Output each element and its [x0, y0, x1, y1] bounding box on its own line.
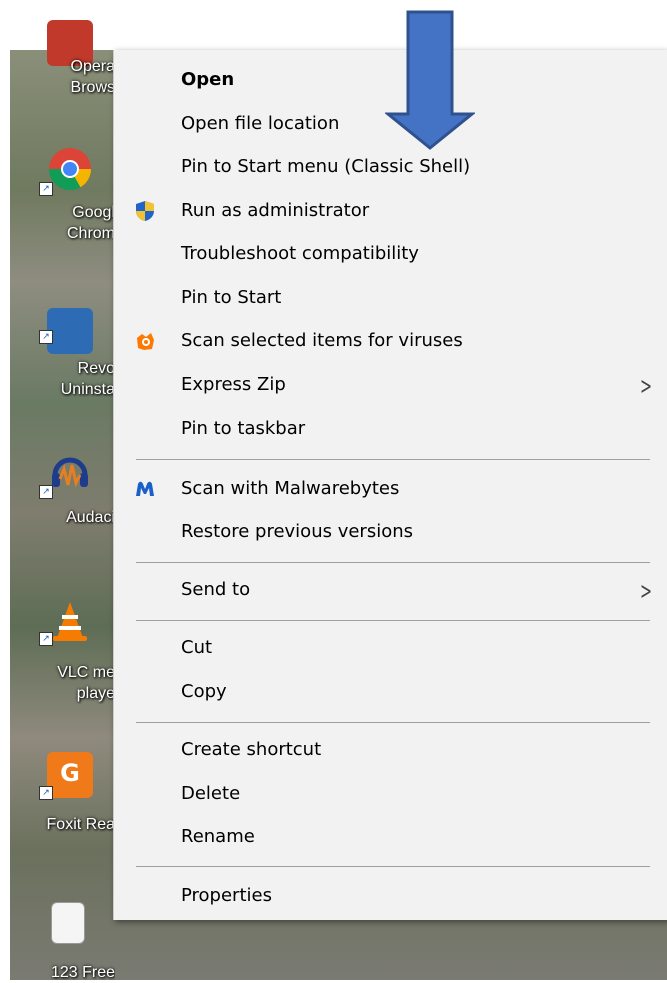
revo-uninstaller-icon [47, 308, 93, 354]
menu-item-rename[interactable]: Rename [114, 816, 667, 856]
chrome-icon [48, 148, 91, 191]
avast-icon [137, 333, 154, 350]
menu-separator [136, 459, 650, 460]
audacity-icon [52, 457, 88, 488]
menu-item-label: Scan selected items for viruses [181, 330, 463, 351]
menu-separator [136, 620, 650, 621]
menu-item-label: Properties [181, 885, 272, 906]
menu-separator [136, 722, 650, 723]
menu-item-pin-to-start[interactable]: Pin to Start [114, 277, 667, 317]
desktop-icon-label: Opera Brows [70, 58, 115, 96]
menu-separator [136, 562, 650, 563]
playing-cards-icon [51, 902, 85, 944]
menu-item-run-as-administrator[interactable]: Run as administrator [114, 190, 667, 230]
desktop-icon-label: Audaci [66, 509, 115, 526]
menu-item-scan-for-viruses[interactable]: Scan selected items for viruses [114, 320, 667, 360]
menu-item-express-zip[interactable]: Express Zip > [114, 364, 667, 404]
shortcut-arrow-icon: ↗ [39, 182, 53, 196]
menu-item-label: Cut [181, 637, 213, 658]
menu-item-restore-previous-versions[interactable]: Restore previous versions [114, 511, 667, 551]
menu-item-label: Create shortcut [181, 739, 322, 760]
shortcut-arrow-icon: ↗ [39, 632, 53, 646]
chevron-right-icon: > [640, 577, 653, 605]
menu-item-create-shortcut[interactable]: Create shortcut [114, 729, 667, 769]
desktop-icon-opera[interactable]: Opera Brows [10, 20, 115, 135]
menu-item-send-to[interactable]: Send to > [114, 569, 667, 609]
menu-item-troubleshoot-compatibility[interactable]: Troubleshoot compatibility [114, 233, 667, 273]
menu-item-label: Pin to Start [181, 287, 282, 308]
menu-item-label: Copy [181, 681, 227, 702]
uac-shield-icon [136, 201, 154, 221]
menu-item-pin-to-start-menu-classic-shell[interactable]: Pin to Start menu (Classic Shell) [114, 146, 667, 186]
shortcut-arrow-icon: ↗ [39, 786, 53, 800]
menu-item-scan-with-malwarebytes[interactable]: Scan with Malwarebytes [114, 468, 667, 508]
down-arrow-icon [385, 10, 475, 150]
menu-item-pin-to-taskbar[interactable]: Pin to taskbar [114, 408, 667, 448]
menu-item-label: Rename [181, 826, 255, 847]
menu-item-label: Open [181, 69, 235, 90]
chevron-right-icon: > [640, 372, 653, 400]
desktop-icon-label: Revo Uninsta [60, 360, 115, 398]
vlc-icon [53, 602, 87, 641]
shortcut-arrow-icon: ↗ [39, 485, 53, 499]
desktop-icon-solitaire[interactable]: 123 Free [10, 902, 115, 981]
desktop-icon-foxit[interactable]: G ↗ Foxit Rea [10, 752, 115, 852]
desktop-icon-label: Foxit Rea [46, 816, 115, 833]
malwarebytes-icon [136, 481, 154, 496]
foxit-pdf-icon: G [47, 752, 93, 798]
desktop-icon-label: Googl Chrom [66, 204, 115, 242]
menu-item-label: Restore previous versions [181, 521, 414, 542]
context-menu: Open Open file location Pin to Start men… [113, 50, 667, 920]
menu-item-label: Run as administrator [181, 200, 370, 221]
desktop-icon-chrome[interactable]: ↗ Googl Chrom [10, 142, 115, 242]
desktop-icon-revo[interactable]: ↗ Revo Uninsta [10, 308, 115, 408]
shortcut-arrow-icon: ↗ [39, 330, 53, 344]
desktop-icon-label: VLC me playe [57, 664, 115, 702]
menu-item-label: Pin to taskbar [181, 418, 306, 439]
desktop-icon-vlc[interactable]: ↗ VLC me playe [10, 598, 115, 708]
menu-item-label: Scan with Malwarebytes [181, 478, 400, 499]
menu-item-copy[interactable]: Copy [114, 671, 667, 711]
menu-item-label: Delete [181, 783, 241, 804]
menu-separator [136, 866, 650, 867]
menu-item-cut[interactable]: Cut [114, 627, 667, 667]
menu-item-label: Send to [181, 579, 251, 600]
menu-item-label: Open file location [181, 113, 340, 134]
menu-item-label: Troubleshoot compatibility [181, 243, 419, 264]
menu-item-delete[interactable]: Delete [114, 773, 667, 813]
desktop-icon-audacity[interactable]: ↗ Audaci [10, 445, 115, 535]
menu-item-label: Pin to Start menu (Classic Shell) [181, 156, 471, 177]
menu-item-label: Express Zip [181, 374, 286, 395]
menu-item-properties[interactable]: Properties [114, 875, 667, 915]
